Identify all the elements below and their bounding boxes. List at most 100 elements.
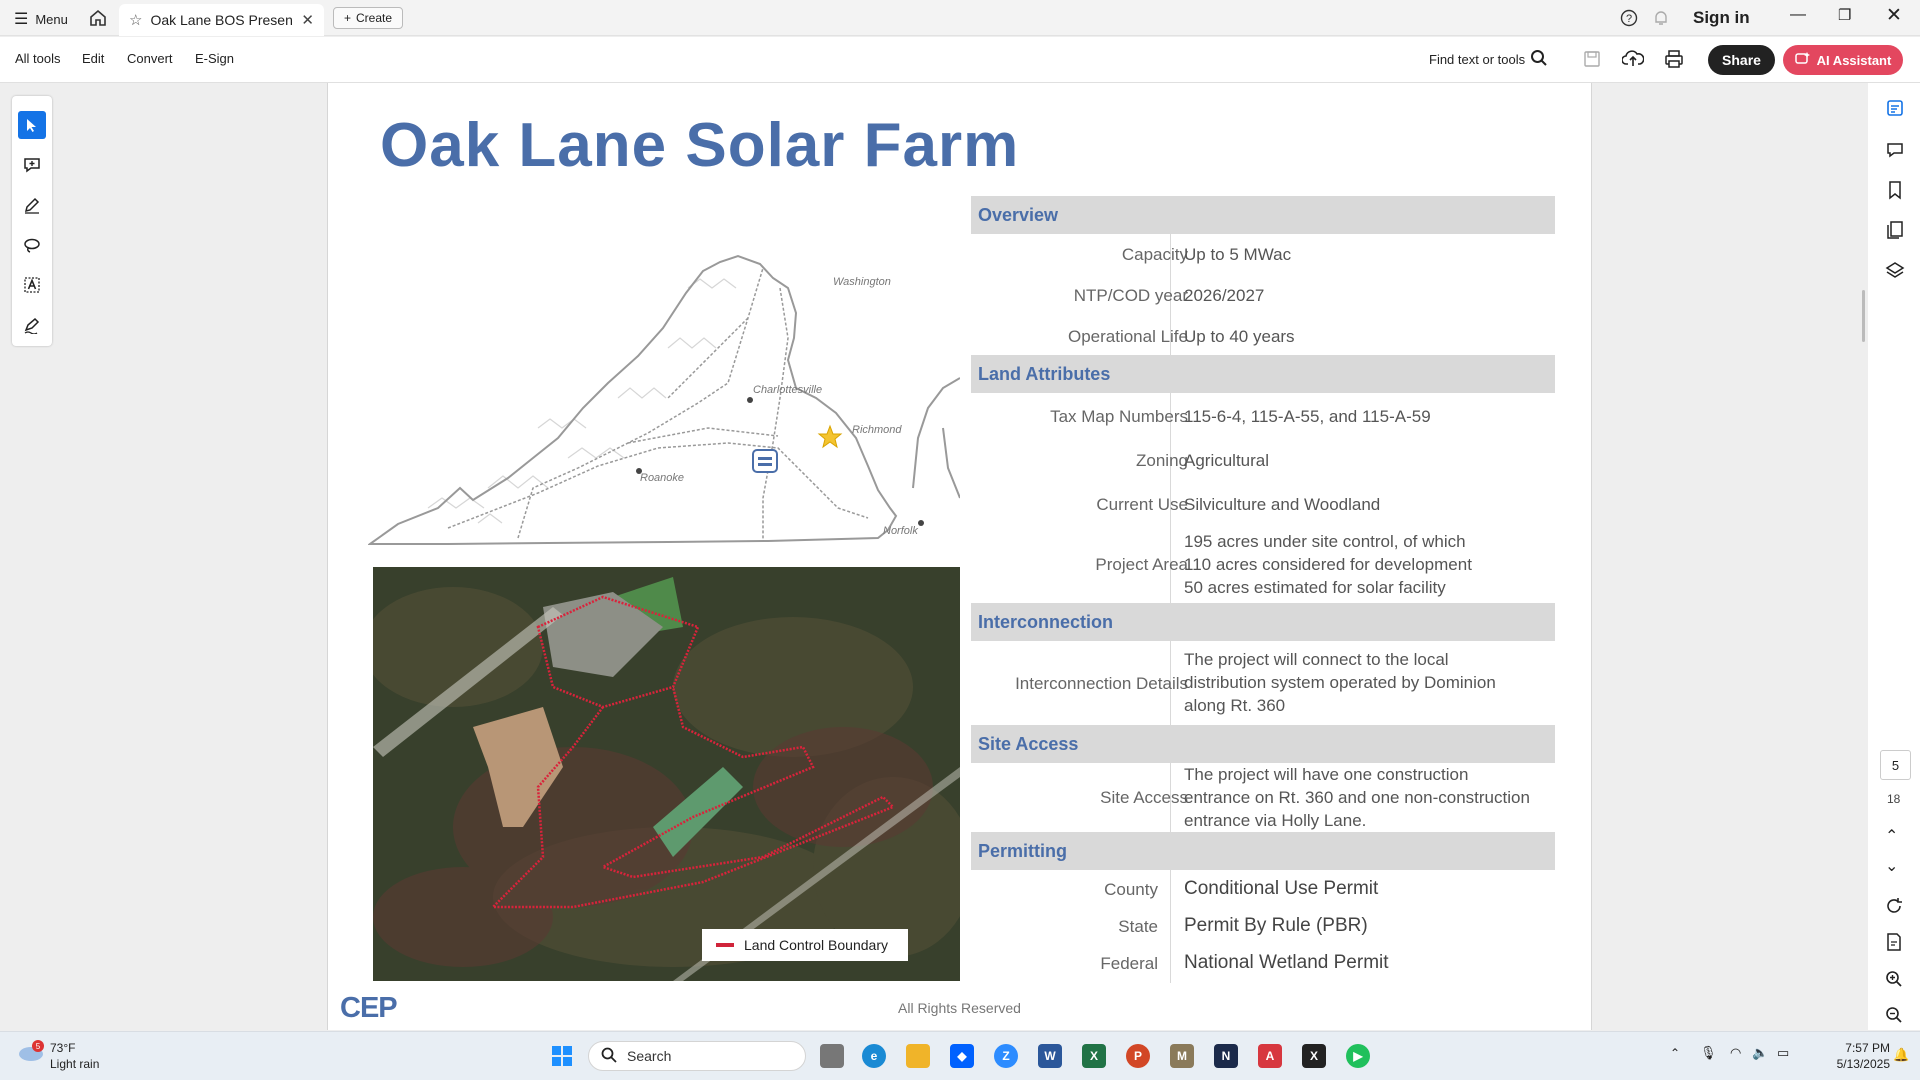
microphone-icon[interactable]: 🎙 — [1700, 1045, 1717, 1061]
file-explorer-icon[interactable] — [906, 1044, 930, 1068]
acrobat-icon[interactable]: A — [1258, 1044, 1282, 1068]
project-area-line: 195 acres under site control, of which — [1184, 532, 1466, 551]
row-interconnection-details-label: Interconnection Details — [1015, 674, 1188, 693]
previous-page-icon[interactable]: ⌃ — [1885, 826, 1898, 846]
edge-icon[interactable]: e — [862, 1044, 886, 1068]
menu-edit[interactable]: Edit — [82, 51, 104, 66]
menu-esign[interactable]: E-Sign — [195, 51, 234, 66]
interconnection-line: The project will connect to the local — [1184, 650, 1449, 669]
page-fit-icon[interactable] — [1885, 933, 1903, 956]
row-site-access-value: The project will have one construction e… — [1184, 763, 1564, 832]
next-page-icon[interactable]: ⌄ — [1885, 856, 1898, 876]
help-icon[interactable]: ? — [1620, 9, 1638, 32]
svg-text:?: ? — [1626, 13, 1632, 25]
share-button[interactable]: Share — [1708, 45, 1775, 75]
chesapeake-shore — [912, 377, 960, 499]
menu-convert[interactable]: Convert — [127, 51, 173, 66]
section-site-access-heading: Site Access — [971, 725, 1555, 763]
x-icon[interactable]: X — [1302, 1044, 1326, 1068]
print-icon[interactable] — [1664, 49, 1684, 74]
cep-logo: CEP — [340, 992, 398, 1024]
comment-tool-icon[interactable] — [18, 151, 46, 179]
map-label-roanoke: Roanoke — [640, 472, 684, 484]
ai-assistant-icon — [1794, 51, 1811, 70]
menu-button[interactable]: ☰ Menu — [14, 9, 68, 29]
section-permitting-heading: Permitting — [971, 832, 1555, 870]
close-tab-icon[interactable]: ✕ — [301, 11, 314, 29]
row-ntp-cod-label: NTP/COD year — [1073, 286, 1188, 305]
minimize-icon[interactable]: — — [1790, 6, 1806, 24]
powerpoint-icon[interactable]: P — [1126, 1044, 1150, 1068]
create-button[interactable]: + Create — [333, 7, 403, 29]
section-interconnection-heading: Interconnection — [971, 603, 1555, 641]
pen-tool-icon[interactable] — [18, 191, 46, 219]
search-icon[interactable] — [1530, 49, 1548, 72]
start-button-icon[interactable] — [550, 1044, 574, 1068]
interconnection-line: along Rt. 360 — [1184, 696, 1286, 715]
project-location-star-icon — [817, 424, 843, 449]
cloud-upload-icon[interactable] — [1621, 48, 1645, 73]
layers-icon[interactable] — [1885, 260, 1905, 285]
total-pages-label: 18 — [1887, 792, 1901, 806]
ai-assistant-label: AI Assistant — [1816, 52, 1892, 68]
current-page-input[interactable]: 5 — [1880, 750, 1911, 780]
taskbar-search-label: Search — [627, 1048, 672, 1064]
sign-in-link[interactable]: Sign in — [1693, 8, 1750, 28]
pages-thumbnail-icon[interactable] — [1885, 220, 1905, 245]
document-tab[interactable]: ☆ Oak Lane BOS Presenta... ✕ — [119, 4, 324, 36]
close-window-icon[interactable]: ✕ — [1886, 4, 1902, 27]
document-title: Oak Lane Solar Farm — [380, 111, 1020, 180]
row-current-use-value: Silviculture and Woodland — [1184, 495, 1381, 514]
battery-icon[interactable]: ▭ — [1777, 1045, 1789, 1061]
row-state-label: State — [1118, 917, 1158, 936]
select-tool-icon[interactable] — [18, 111, 46, 139]
project-area-line: 50 acres estimated for solar facility — [1184, 578, 1446, 597]
bookmarks-icon[interactable] — [1885, 180, 1905, 205]
taskbar-clock[interactable]: 7:57 PM — [1820, 1041, 1890, 1055]
row-operational-life-label: Operational Life — [1067, 327, 1188, 346]
taskbar-date[interactable]: 5/13/2025 — [1812, 1057, 1890, 1071]
zoom-in-icon[interactable] — [1885, 970, 1903, 993]
notifications-icon[interactable]: 🔔 — [1893, 1047, 1909, 1063]
site-access-line: The project will have one construction — [1184, 765, 1469, 784]
row-project-area-value: 195 acres under site control, of which 1… — [1184, 530, 1564, 599]
dropbox-icon[interactable]: ◆ — [950, 1044, 974, 1068]
home-icon[interactable] — [88, 8, 108, 33]
media-player-icon[interactable]: ▶ — [1346, 1044, 1370, 1068]
create-label: Create — [355, 11, 393, 25]
menu-all-tools[interactable]: All tools — [15, 51, 61, 66]
excel-icon[interactable]: X — [1082, 1044, 1106, 1068]
zoom-icon[interactable]: Z — [994, 1044, 1018, 1068]
volume-icon[interactable]: 🔈 — [1752, 1045, 1768, 1061]
row-tax-map-value: 115-6-4, 115-A-55, and 115-A-59 — [1184, 407, 1431, 426]
row-capacity-label: Capacity — [1121, 245, 1188, 264]
save-icon[interactable] — [1583, 50, 1601, 73]
task-view-icon[interactable] — [820, 1044, 844, 1068]
maximize-icon[interactable]: ❐ — [1838, 6, 1851, 24]
row-zoning-value: Agricultural — [1184, 451, 1270, 470]
comments-icon[interactable] — [1885, 140, 1905, 165]
ai-summary-icon[interactable] — [1885, 98, 1905, 123]
ndi-icon[interactable]: N — [1214, 1044, 1238, 1068]
ai-assistant-button[interactable]: AI Assistant — [1783, 45, 1903, 75]
show-hidden-icons-icon[interactable]: ⌃ — [1670, 1046, 1680, 1060]
hamburger-icon: ☰ — [14, 11, 29, 28]
wifi-icon[interactable]: ◠ — [1730, 1045, 1741, 1061]
taskbar-search-box[interactable]: Search — [588, 1041, 806, 1071]
menu-label: Menu — [35, 11, 68, 27]
mpc-icon[interactable]: M — [1170, 1044, 1194, 1068]
zoom-out-icon[interactable] — [1885, 1006, 1903, 1029]
row-interconnection-details-value: The project will connect to the local di… — [1184, 648, 1564, 717]
left-tool-panel — [12, 96, 52, 346]
row-county-label: County — [1104, 880, 1158, 899]
row-state-value: Permit By Rule (PBR) — [1184, 915, 1368, 936]
weather-icon[interactable]: 5 — [16, 1040, 46, 1071]
star-icon[interactable]: ☆ — [129, 11, 142, 29]
word-icon[interactable]: W — [1038, 1044, 1062, 1068]
vertical-scrollbar-thumb[interactable] — [1862, 290, 1865, 342]
row-current-use-label: Current Use — [1096, 495, 1188, 514]
rotate-icon[interactable] — [1885, 897, 1903, 920]
find-text-label[interactable]: Find text or tools — [1429, 52, 1525, 67]
bell-icon[interactable] — [1652, 9, 1670, 32]
site-access-line: entrance on Rt. 360 and one non-construc… — [1184, 788, 1530, 807]
